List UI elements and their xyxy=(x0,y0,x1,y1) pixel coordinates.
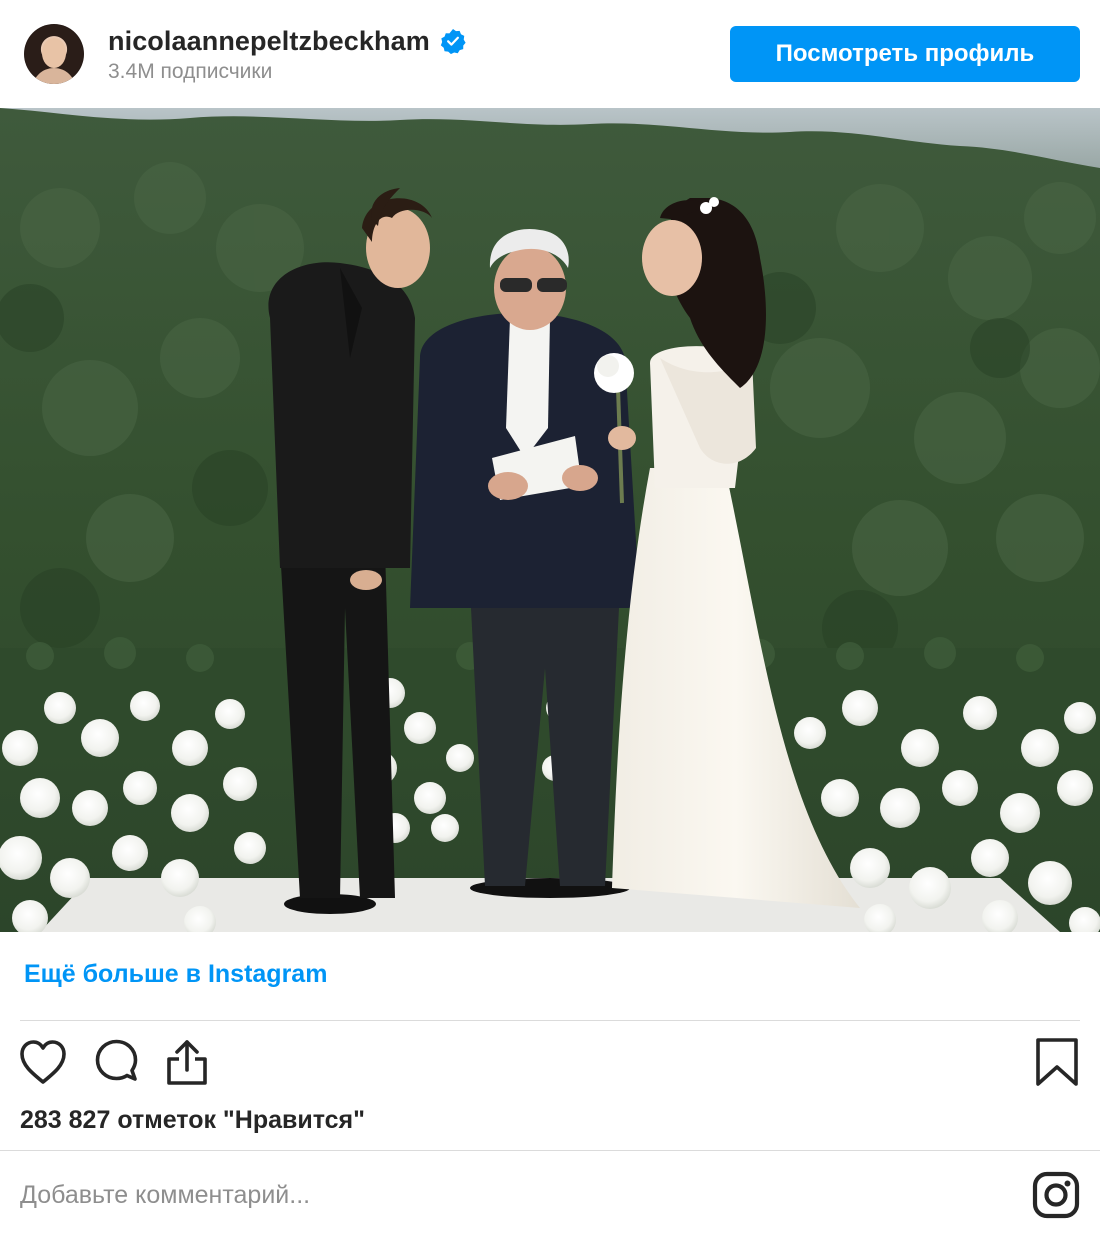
followers-count: 3.4M подписчики xyxy=(108,60,273,83)
bookmark-icon xyxy=(1036,1038,1078,1086)
likes-count: 283 827 отметок "Нравится" xyxy=(20,1106,365,1134)
divider xyxy=(0,1150,1100,1151)
username-row: nicolaannepeltzbeckham xyxy=(108,26,466,56)
heart-icon xyxy=(20,1040,66,1084)
comment-icon xyxy=(95,1039,138,1081)
wedding-photo xyxy=(0,108,1100,932)
username[interactable]: nicolaannepeltzbeckham xyxy=(108,26,430,57)
post-header: nicolaannepeltzbeckham 3.4M подписчики П… xyxy=(0,0,1100,108)
instagram-logo-link[interactable] xyxy=(1032,1171,1080,1219)
comment-button[interactable] xyxy=(92,1037,142,1089)
like-button[interactable] xyxy=(18,1037,68,1089)
comment-input[interactable] xyxy=(20,1170,1000,1220)
share-button[interactable] xyxy=(162,1037,212,1089)
view-profile-button[interactable]: Посмотреть профиль xyxy=(730,26,1080,82)
post-image[interactable] xyxy=(0,108,1100,932)
share-icon xyxy=(167,1040,207,1085)
avatar[interactable] xyxy=(24,24,84,84)
verified-badge-icon xyxy=(440,28,466,54)
more-on-instagram-link[interactable]: Ещё больше в Instagram xyxy=(24,960,327,989)
divider xyxy=(20,1020,1080,1021)
save-button[interactable] xyxy=(1032,1037,1082,1089)
instagram-logo-icon xyxy=(1032,1171,1080,1219)
